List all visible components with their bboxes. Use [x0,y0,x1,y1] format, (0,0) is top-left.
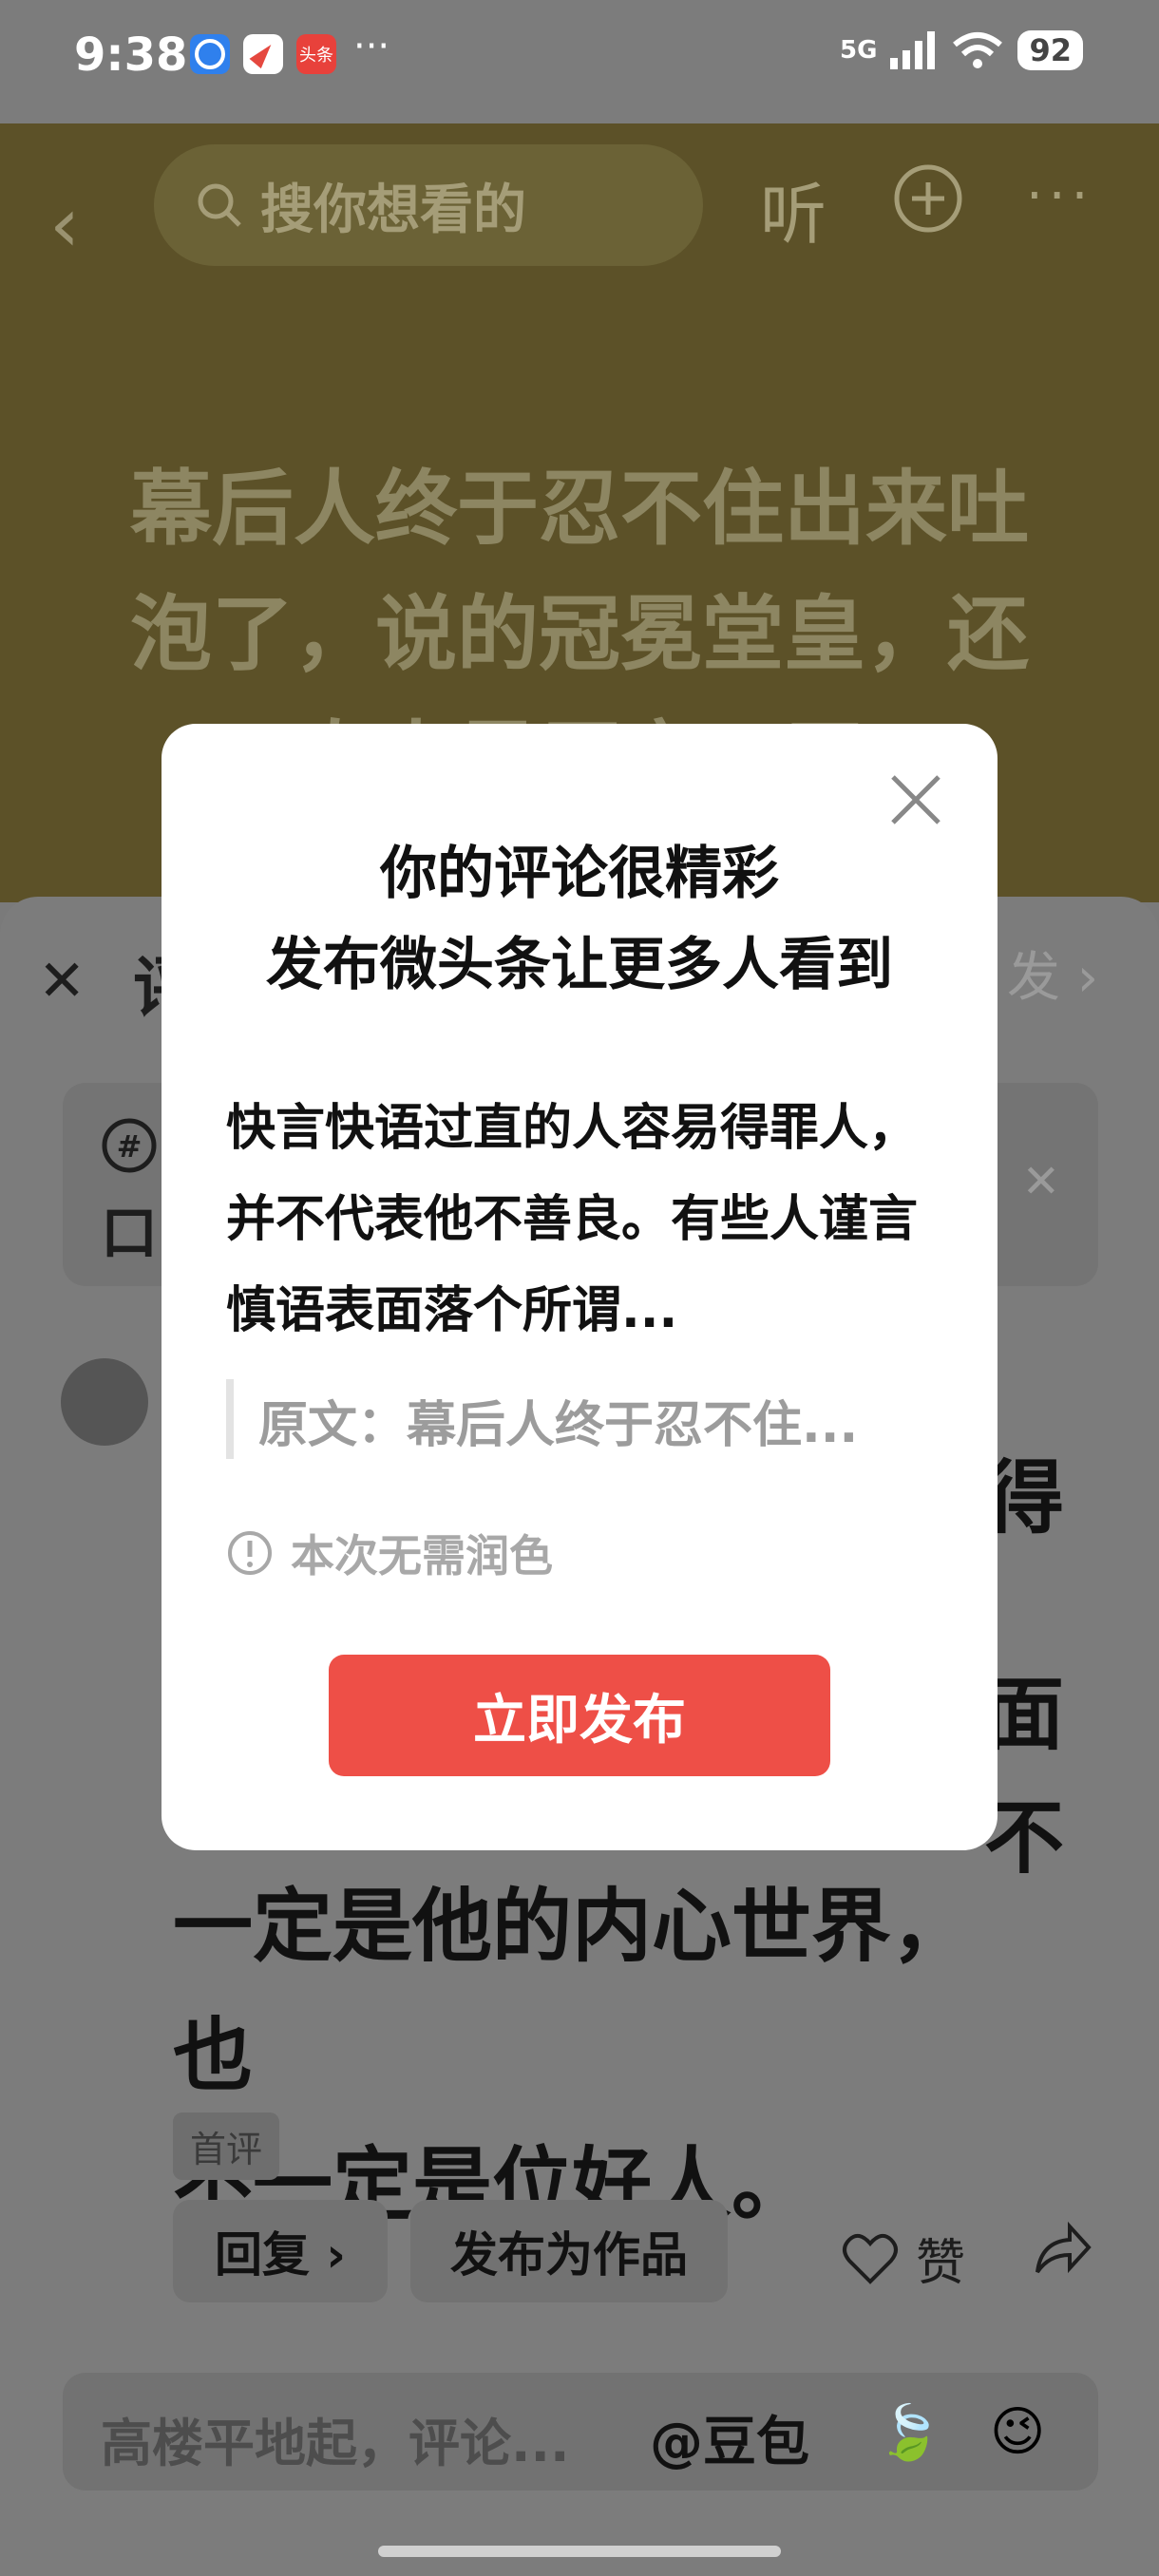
svg-text:#: # [117,1128,142,1165]
close-topic-icon[interactable]: ✕ [1022,1155,1060,1208]
like-button[interactable]: 赞 [842,2223,965,2294]
close-dialog-icon[interactable] [887,771,944,828]
compass-icon [243,34,283,74]
dialog-title-line2: 发布微头条让更多人看到 [266,932,893,998]
battery-indicator: 92 [1017,30,1083,70]
search-icon [198,183,241,227]
emoji-icon[interactable]: 😉 [990,2401,1045,2463]
sheet-publish-label: 发 [1007,947,1060,1009]
polish-hint: 本次无需润色 [226,1522,553,1584]
status-time: 9:38 [74,28,188,82]
listen-button[interactable]: 听 [760,161,826,257]
publish-dialog: 你的评论很精彩 发布微头条让更多人看到 快言快语过直的人容易得罪人，并不代表他不… [162,724,998,1850]
heart-icon [843,2233,898,2284]
add-icon[interactable] [893,163,963,234]
status-bar: 9:38 头条 ··· 5G 92 [0,0,1159,123]
status-right: 5G 92 [840,30,1083,70]
comment-text: 一定是他的内心世界，也 不一定是位好人。 [173,1880,972,2231]
dialog-comment-preview: 快言快语过直的人容易得罪人，并不代表他不善良。有些人谨言慎语表面落个所谓... [226,1100,919,1339]
browser-icon [190,34,230,74]
reply-button[interactable]: 回复 › [173,2200,388,2302]
search-box[interactable]: 搜你想看的 [154,144,703,266]
original-quote-text: 原文：幕后人终于忍不住... [258,1397,859,1454]
first-comment-badge: 首评 [173,2112,280,2180]
avatar[interactable] [61,1358,148,1446]
top-nav: ‹ 搜你想看的 听 ··· [0,123,1159,285]
signal-icon [890,31,936,69]
search-placeholder: 搜你想看的 [260,179,526,241]
like-label: 赞 [916,2235,966,2292]
dialog-title-line1: 你的评论很精彩 [380,841,779,907]
dialog-title: 你的评论很精彩 发布微头条让更多人看到 [162,828,998,1011]
sheet-publish-link[interactable]: 发 › [1007,935,1098,1012]
close-sheet-icon[interactable]: ✕ [38,948,86,1014]
toutiao-icon-label: 头条 [299,46,333,66]
original-quote: 原文：幕后人终于忍不住... [226,1379,956,1459]
more-icon[interactable]: ··· [1026,165,1093,227]
back-icon[interactable]: ‹ [49,180,80,269]
publish-as-work-button[interactable]: 发布为作品 [410,2200,728,2302]
comment-input-bar[interactable]: 高楼平地起，评论... @豆包 🍃 😉 [63,2373,1098,2491]
topic-hash-icon: # [102,1118,157,1173]
doubao-mention[interactable]: @豆包 [650,2399,809,2476]
share-icon[interactable] [1032,2219,1092,2280]
status-more-icon: ··· [353,25,390,68]
leaf-emoji-icon[interactable]: 🍃 [876,2401,942,2464]
home-indicator[interactable] [378,2546,781,2557]
topic-text: 口 [101,1201,158,1267]
comment-input-placeholder: 高楼平地起，评论... [101,2414,570,2473]
publish-now-button[interactable]: 立即发布 [329,1655,830,1776]
network-label: 5G [840,36,878,65]
info-icon [228,1531,272,1575]
status-app-icons: 头条 [190,34,336,74]
wifi-icon [953,32,1003,68]
toutiao-icon: 头条 [296,34,336,74]
polish-hint-text: 本次无需润色 [291,1530,553,1582]
